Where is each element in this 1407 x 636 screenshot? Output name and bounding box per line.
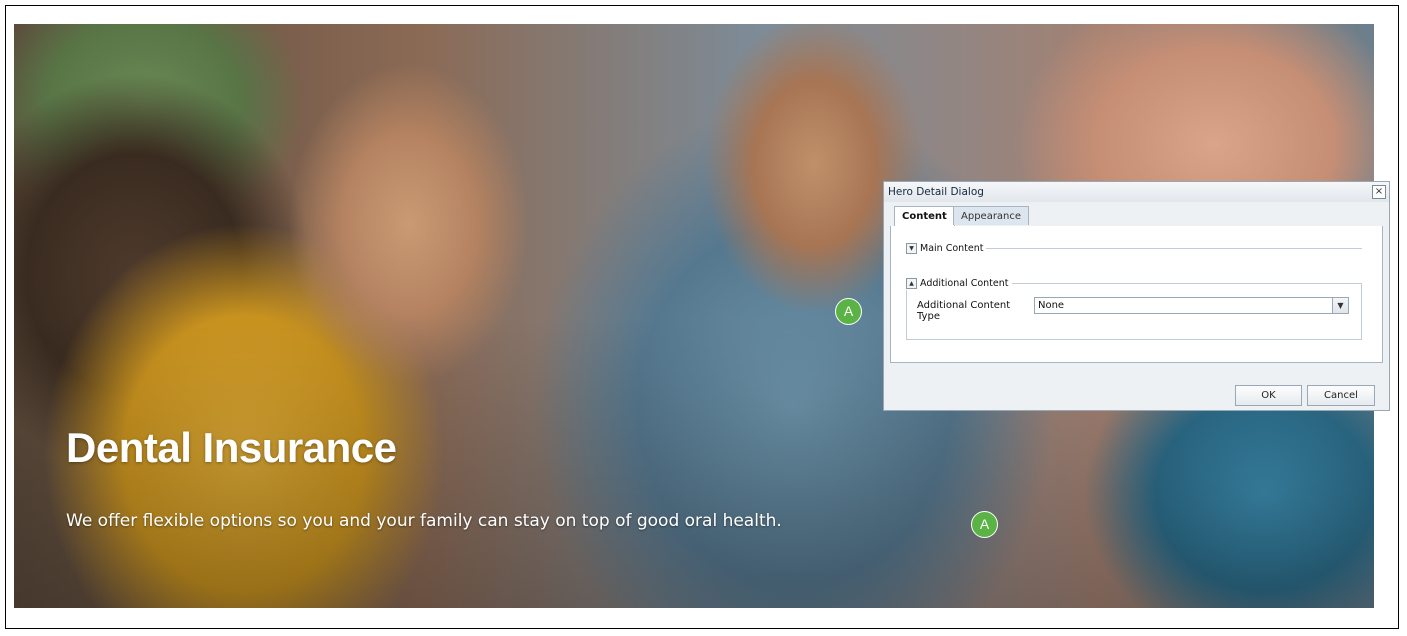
additional-content-type-label: Additional Content Type bbox=[917, 300, 1011, 322]
additional-content-legend: ▲ Additional Content bbox=[906, 276, 1012, 290]
collapse-toggle-icon[interactable]: ▲ bbox=[906, 277, 917, 289]
ok-button[interactable]: OK bbox=[1235, 385, 1302, 406]
dialog-tabbar: Content Appearance bbox=[890, 204, 1383, 227]
annotation-marker-a: A bbox=[835, 298, 862, 325]
dialog-title: Hero Detail Dialog bbox=[888, 186, 984, 198]
tab-appearance[interactable]: Appearance bbox=[953, 206, 1030, 225]
cancel-button[interactable]: Cancel bbox=[1307, 385, 1375, 406]
main-content-legend: ▼ Main Content bbox=[906, 241, 987, 255]
hero-title: Dental Insurance bbox=[66, 424, 397, 471]
expand-toggle-icon[interactable]: ▼ bbox=[906, 242, 917, 254]
dialog-footer: OK Cancel bbox=[884, 370, 1389, 410]
main-content-section: ▼ Main Content bbox=[906, 241, 1362, 255]
hero-detail-dialog: Hero Detail Dialog × Content Appearance … bbox=[883, 181, 1390, 411]
dialog-titlebar[interactable]: Hero Detail Dialog × bbox=[884, 182, 1389, 202]
hero-subtitle: We offer flexible options so you and you… bbox=[66, 511, 782, 531]
chevron-down-icon[interactable]: ▼ bbox=[1332, 298, 1348, 313]
tab-content[interactable]: Content bbox=[894, 206, 955, 226]
select-value: None bbox=[1038, 300, 1065, 311]
main-content-label: Main Content bbox=[920, 242, 984, 254]
additional-content-label: Additional Content bbox=[920, 277, 1009, 289]
annotation-marker-a-2: A bbox=[971, 511, 998, 538]
additional-content-type-select[interactable]: None ▼ bbox=[1034, 297, 1349, 314]
tab-panel-content: ▼ Main Content ▲ Additional Content Addi… bbox=[890, 226, 1383, 363]
close-icon[interactable]: × bbox=[1372, 185, 1386, 199]
